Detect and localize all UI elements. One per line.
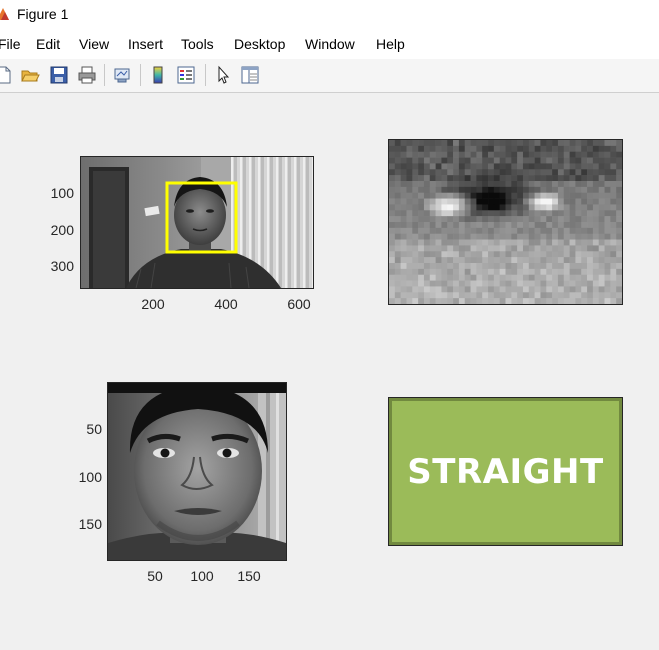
face-xtick-150: 150 [237,568,261,584]
webcam-frame-image [81,157,313,288]
gaze-direction-label: STRAIGHT [407,451,604,492]
face-ytick-50: 50 [86,421,102,437]
window-title: Figure 1 [17,6,69,22]
face-xtick-100: 100 [190,568,214,584]
cropped-face-image [108,383,286,560]
webcam-xtick-400: 400 [214,296,238,312]
eye-region-image [389,140,622,304]
pointer-icon[interactable] [213,65,233,85]
gaze-status-panel: STRAIGHT [388,397,623,546]
menu-file[interactable]: File [0,36,21,52]
menu-tools[interactable]: Tools [181,36,214,52]
print-icon[interactable] [77,65,97,85]
toolbar-separator [205,64,206,86]
figure-canvas: 100 200 300 200 400 600 50 100 150 50 10… [0,93,659,650]
menu-view[interactable]: View [79,36,109,52]
open-file-icon[interactable] [20,65,40,85]
figure-window: Figure 1 File Edit View Insert Tools Des… [0,0,659,650]
webcam-ytick-300: 300 [50,258,74,274]
face-ytick-100: 100 [78,469,102,485]
toolbar-separator [140,64,141,86]
link-plot-icon[interactable] [112,65,132,85]
webcam-xtick-200: 200 [141,296,165,312]
menu-edit[interactable]: Edit [36,36,60,52]
webcam-ytick-200: 200 [50,222,74,238]
legend-icon[interactable] [176,65,196,85]
menu-help[interactable]: Help [376,36,405,52]
menu-desktop[interactable]: Desktop [234,36,285,52]
save-icon[interactable] [49,65,69,85]
webcam-frame-axes [80,156,314,289]
new-figure-icon[interactable] [0,65,14,85]
colorbar-icon[interactable] [148,65,168,85]
menu-bar: File Edit View Insert Tools Desktop Wind… [0,30,659,59]
face-ytick-150: 150 [78,516,102,532]
webcam-ytick-100: 100 [50,185,74,201]
cropped-face-axes [107,382,287,561]
toolbar-separator [104,64,105,86]
property-editor-icon[interactable] [240,65,260,85]
toolbar [0,59,659,93]
menu-insert[interactable]: Insert [128,36,163,52]
title-bar: Figure 1 [0,0,659,30]
eye-region-axes [388,139,623,305]
webcam-xtick-600: 600 [287,296,311,312]
menu-window[interactable]: Window [305,36,355,52]
face-xtick-50: 50 [147,568,163,584]
matlab-icon [0,7,10,21]
